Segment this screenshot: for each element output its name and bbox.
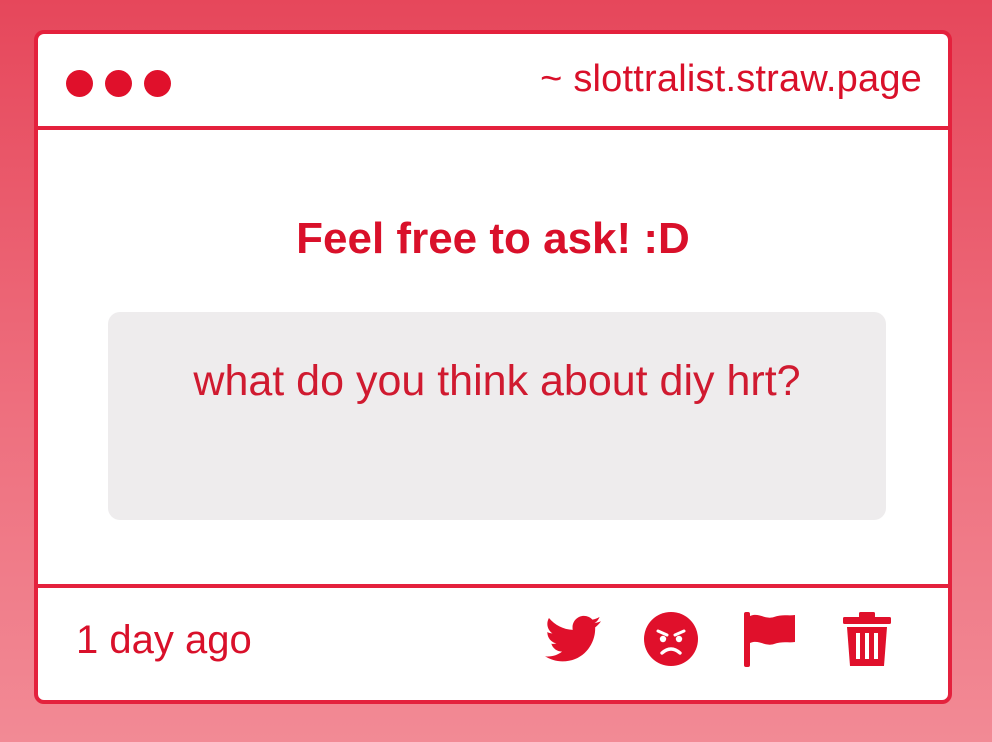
question-text: what do you think about diy hrt? <box>193 357 801 405</box>
browser-window: ~ slottralist.straw.page Feel free to as… <box>34 30 952 704</box>
action-bar <box>544 610 896 668</box>
maximize-dot[interactable] <box>144 70 171 97</box>
window-controls <box>66 70 171 97</box>
window-titlebar: ~ slottralist.straw.page <box>38 34 948 130</box>
card-footer: 1 day ago <box>38 584 948 700</box>
twitter-icon <box>545 615 601 662</box>
timestamp: 1 day ago <box>76 618 252 662</box>
question-card: what do you think about diy hrt? <box>108 312 886 520</box>
report-flag-button[interactable] <box>740 610 798 668</box>
flag-icon <box>744 612 795 667</box>
close-dot[interactable] <box>66 70 93 97</box>
angry-face-icon <box>644 612 698 666</box>
react-angry-button[interactable] <box>642 610 700 668</box>
delete-button[interactable] <box>838 610 896 668</box>
trash-icon <box>843 612 891 666</box>
share-twitter-button[interactable] <box>544 610 602 668</box>
page-heading: Feel free to ask! :D <box>296 214 690 263</box>
page-url: ~ slottralist.straw.page <box>540 58 922 100</box>
minimize-dot[interactable] <box>105 70 132 97</box>
main-content: Feel free to ask! :D what do you think a… <box>38 130 948 588</box>
